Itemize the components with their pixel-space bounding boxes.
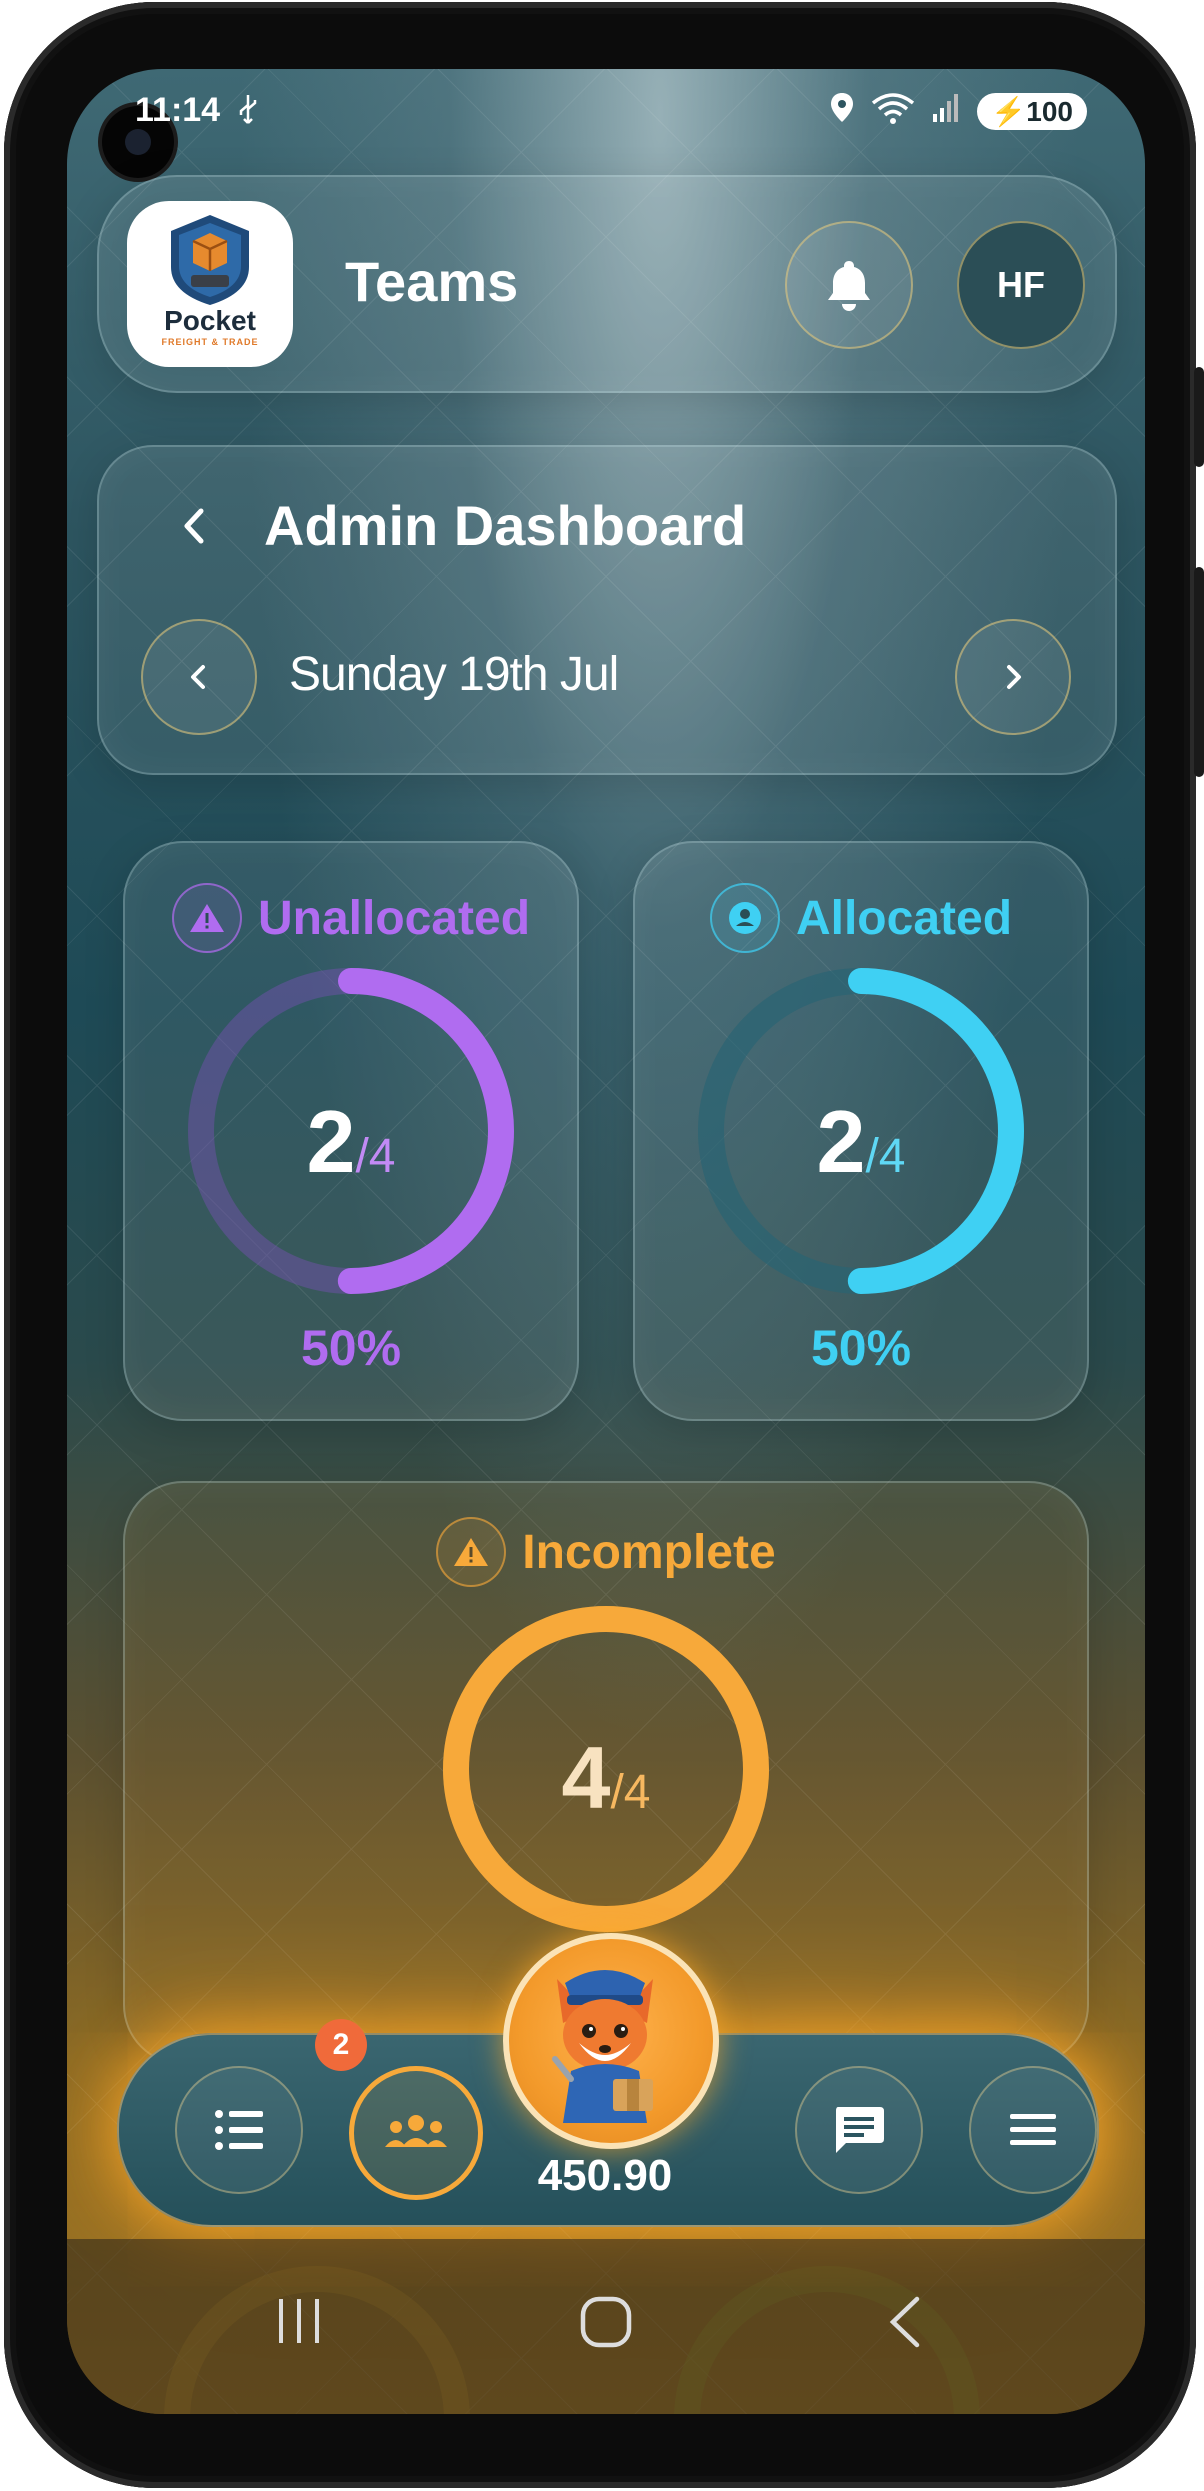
dashboard-header: Admin Dashboard Sunday 19th Jul: [97, 445, 1117, 775]
back-arrow-icon: [184, 508, 204, 544]
system-navigation-bar: [67, 2239, 1145, 2414]
team-icon: [385, 2115, 447, 2147]
list-icon: [215, 2110, 263, 2150]
allocated-label: Allocated: [795, 891, 1013, 945]
mascot-wallet-button[interactable]: [503, 1933, 719, 2149]
allocated-percent: 50%: [810, 1320, 912, 1376]
allocated-count: 2/4: [635, 1091, 1087, 1193]
count-total: /4: [610, 1766, 651, 1819]
allocated-card[interactable]: Allocated 2/4 50%: [633, 841, 1089, 1421]
app-logo[interactable]: Pocket FREIGHT & TRADE: [127, 201, 293, 367]
logo-wordmark: Pocket: [164, 305, 256, 336]
volume-button: [1194, 367, 1204, 467]
warning-icon: [171, 883, 242, 953]
system-back-icon: [889, 2296, 920, 2348]
team-nav-button[interactable]: [349, 2066, 483, 2200]
messages-nav-button[interactable]: [795, 2066, 923, 2194]
fox-mascot-icon: [552, 1970, 653, 2123]
count-value: 2: [306, 1092, 356, 1191]
incomplete-label: Incomplete: [522, 1525, 776, 1579]
menu-icon: [1010, 2114, 1056, 2145]
notifications-button[interactable]: [785, 221, 913, 349]
recent-apps-button[interactable]: [275, 2297, 325, 2349]
previous-date-button[interactable]: [141, 619, 257, 735]
app-screen: 11:14 ⚡100 Pocket FREIGHT & TRADE Teams …: [67, 69, 1145, 2414]
incomplete-heading: Incomplete: [125, 1517, 1087, 1587]
unallocated-card[interactable]: Unallocated 2/4 50%: [123, 841, 579, 1421]
chevron-right-icon: [1007, 665, 1021, 689]
count-total: /4: [355, 1130, 396, 1183]
recent-apps-icon: [279, 2299, 319, 2343]
back-button[interactable]: [169, 501, 219, 555]
home-icon: [580, 2296, 632, 2348]
allocated-heading: Allocated: [635, 883, 1087, 953]
menu-nav-button[interactable]: [969, 2066, 1097, 2194]
tasks-badge: 2: [315, 2019, 367, 2071]
next-date-button[interactable]: [955, 619, 1071, 735]
current-date: Sunday 19th Jul: [289, 648, 619, 701]
unallocated-label: Unallocated: [257, 891, 531, 945]
chevron-left-icon: [191, 665, 205, 689]
incomplete-count: 4/4: [125, 1727, 1087, 1829]
logo-tagline: FREIGHT & TRADE: [161, 337, 259, 347]
unallocated-heading: Unallocated: [125, 883, 577, 953]
signal-icon: [931, 92, 961, 131]
location-icon: [829, 92, 855, 131]
home-button[interactable]: [579, 2295, 633, 2353]
system-back-button[interactable]: [885, 2295, 925, 2353]
usb-icon: [237, 93, 259, 135]
wifi-icon: [871, 91, 915, 132]
bell-icon: [828, 261, 870, 311]
status-bar: 11:14 ⚡100: [67, 69, 1145, 178]
logo-emblem: [171, 215, 249, 305]
phone-frame: 11:14 ⚡100 Pocket FREIGHT & TRADE Teams …: [4, 2, 1204, 2488]
count-total: /4: [865, 1130, 906, 1183]
count-value: 2: [816, 1092, 866, 1191]
battery-level: 100: [1026, 96, 1073, 127]
status-icons: ⚡100: [829, 91, 1087, 132]
chat-icon: [836, 2107, 884, 2153]
count-value: 4: [561, 1728, 611, 1827]
battery-indicator: ⚡100: [977, 93, 1087, 130]
wallet-balance: 450.90: [537, 2151, 673, 2200]
person-icon: [709, 883, 780, 953]
dashboard-title: Admin Dashboard: [264, 494, 747, 557]
status-time: 11:14: [135, 91, 221, 129]
warning-icon: [436, 1517, 507, 1587]
page-title: Teams: [345, 250, 519, 313]
user-avatar-button[interactable]: HF: [957, 221, 1085, 349]
app-header: Pocket FREIGHT & TRADE Teams HF: [97, 175, 1117, 393]
unallocated-count: 2/4: [125, 1091, 577, 1193]
unallocated-percent: 50%: [300, 1320, 402, 1376]
power-button: [1194, 567, 1204, 777]
tasks-nav-button[interactable]: [175, 2066, 303, 2194]
avatar-initials: HF: [997, 264, 1045, 305]
